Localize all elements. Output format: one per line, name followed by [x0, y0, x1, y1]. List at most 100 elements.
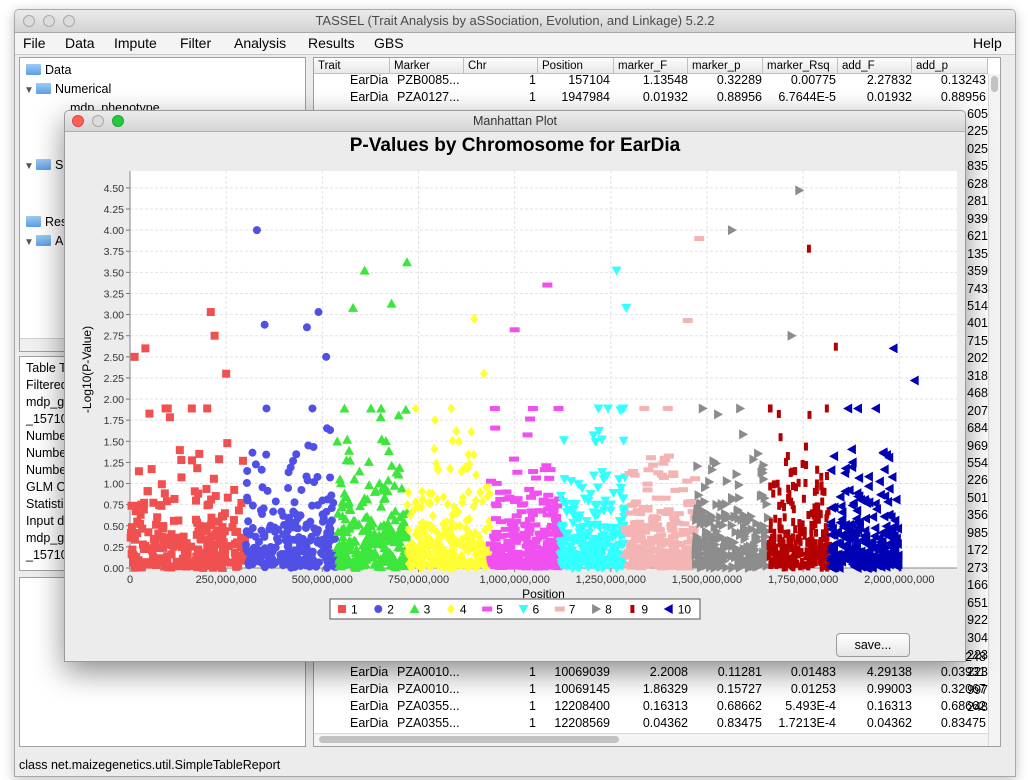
x-tick-label: 250,000,000: [196, 574, 257, 586]
tree-node-s[interactable]: ▼ S: [24, 158, 63, 172]
y-tick-label: 4.25: [104, 204, 125, 216]
column-header-position[interactable]: Position: [538, 58, 614, 74]
data-point: [326, 473, 335, 482]
column-header-trait[interactable]: Trait: [314, 58, 390, 74]
data-point: [637, 563, 648, 569]
data-point: [187, 404, 196, 413]
data-point: [325, 558, 334, 567]
zoom-window-button[interactable]: [63, 15, 75, 27]
x-tick-label: 2,000,000,000: [864, 574, 934, 586]
data-point: [289, 535, 298, 544]
menu-results[interactable]: Results: [308, 35, 355, 51]
column-header-chr[interactable]: Chr: [464, 58, 538, 74]
tree-node-data[interactable]: Data: [26, 63, 71, 77]
data-point: [134, 467, 143, 476]
disclosure-open-icon[interactable]: ▼: [24, 161, 36, 172]
data-point: [221, 545, 230, 554]
data-point: [509, 533, 520, 539]
data-point: [517, 564, 528, 570]
menu-gbs[interactable]: GBS: [374, 35, 404, 51]
x-tick-label: 1,250,000,000: [576, 574, 646, 586]
data-point: [791, 518, 796, 527]
menu-file[interactable]: File: [23, 35, 46, 51]
data-point: [168, 540, 177, 549]
close-window-button[interactable]: [23, 15, 35, 27]
data-point: [327, 491, 336, 500]
data-point: [629, 501, 640, 507]
data-point: [774, 553, 779, 562]
menubar: File Data Impute Filter Analysis Results…: [15, 33, 1015, 55]
data-point: [141, 344, 150, 353]
menu-filter[interactable]: Filter: [180, 35, 211, 51]
data-point: [302, 472, 311, 481]
table-cell: 248: [967, 700, 988, 715]
tree-node-numerical[interactable]: ▼ Numerical: [24, 82, 111, 96]
data-point: [493, 544, 504, 550]
data-point: [271, 543, 280, 552]
column-header-add-p[interactable]: add_p: [912, 58, 988, 74]
column-header-add-f[interactable]: add_F: [838, 58, 912, 74]
data-point: [531, 490, 542, 496]
data-point: [819, 472, 824, 481]
menu-help[interactable]: Help: [973, 35, 1002, 51]
data-point: [524, 557, 535, 563]
data-point: [528, 469, 539, 475]
data-point: [662, 405, 673, 411]
data-point: [259, 549, 268, 558]
save-button[interactable]: save...: [836, 633, 910, 657]
table-cell: EarDia: [350, 716, 389, 730]
data-point: [209, 474, 218, 483]
column-header-marker-rsq[interactable]: marker_Rsq: [763, 58, 838, 74]
data-point: [299, 557, 308, 566]
vertical-scrollbar[interactable]: [988, 74, 1000, 746]
tree-node-a[interactable]: ▼ A: [24, 234, 63, 248]
data-point: [262, 404, 271, 413]
y-tick-label: 3.25: [104, 288, 125, 300]
folder-icon: [26, 216, 41, 227]
minimize-window-button[interactable]: [43, 15, 55, 27]
data-point: [814, 507, 819, 516]
data-point: [668, 473, 679, 479]
horizontal-scrollbar[interactable]: [314, 733, 988, 746]
dialog-minimize-button[interactable]: [92, 115, 104, 127]
disclosure-open-icon[interactable]: ▼: [24, 237, 36, 248]
x-tick-label: 1,000,000,000: [479, 574, 549, 586]
data-point: [809, 509, 814, 518]
legend-label: 9: [641, 603, 648, 617]
scrollbar-thumb[interactable]: [991, 76, 998, 92]
scrollbar-thumb[interactable]: [319, 736, 619, 743]
menu-analysis[interactable]: Analysis: [234, 35, 286, 51]
data-point: [775, 479, 780, 488]
data-point: [211, 492, 220, 501]
data-point: [279, 511, 288, 520]
menu-data[interactable]: Data: [65, 35, 95, 51]
data-point: [193, 464, 202, 473]
disclosure-open-icon[interactable]: ▼: [24, 85, 36, 96]
data-point: [242, 478, 251, 487]
column-header-marker-f[interactable]: marker_F: [614, 58, 688, 74]
data-point: [526, 508, 537, 514]
data-point: [546, 525, 557, 531]
x-tick-label: 1,750,000,000: [768, 574, 838, 586]
dialog-zoom-button[interactable]: [112, 115, 124, 127]
column-header-marker-p[interactable]: marker_p: [688, 58, 763, 74]
data-point: [323, 424, 332, 433]
menu-impute[interactable]: Impute: [114, 35, 157, 51]
dialog-close-button[interactable]: [72, 115, 84, 127]
info-line: Filtered: [26, 378, 68, 392]
dialog-title: Manhattan Plot: [472, 114, 558, 128]
data-point: [512, 469, 523, 475]
data-point: [302, 544, 311, 553]
data-point: [243, 466, 252, 475]
data-point: [824, 404, 829, 413]
data-point: [177, 538, 186, 547]
data-point: [682, 478, 693, 484]
x-tick-label: 1,500,000,000: [672, 574, 742, 586]
data-point: [645, 455, 656, 461]
data-point: [495, 489, 506, 495]
data-point: [292, 546, 301, 555]
data-point: [214, 528, 223, 537]
column-header-marker[interactable]: Marker: [390, 58, 464, 74]
data-point: [293, 524, 302, 533]
table-cell: 1947984: [561, 90, 610, 104]
